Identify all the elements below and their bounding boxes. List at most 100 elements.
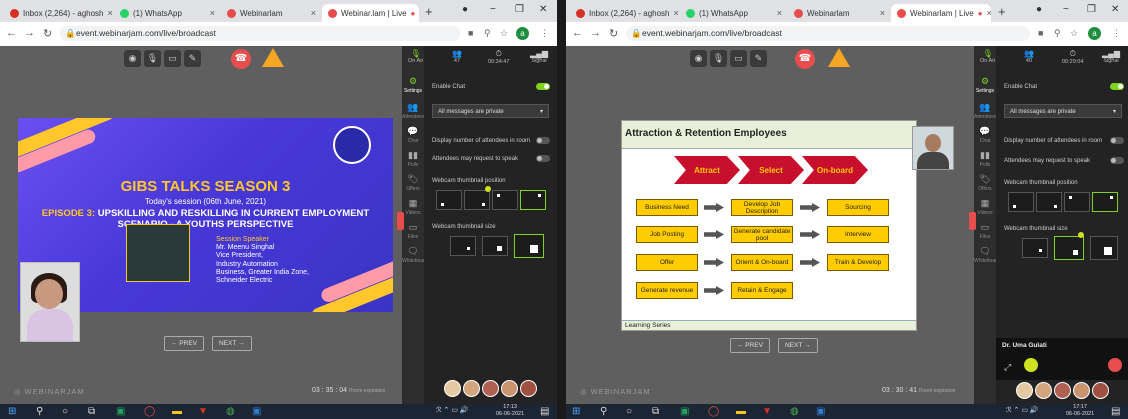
camera-icon[interactable]: ■ bbox=[468, 28, 473, 38]
avatar[interactable] bbox=[501, 380, 518, 397]
camera-icon[interactable]: ■ bbox=[1038, 28, 1043, 38]
size-option-small[interactable] bbox=[1022, 238, 1048, 258]
bookmark-star-icon[interactable]: ☆ bbox=[500, 28, 508, 39]
notifications-icon[interactable]: ▤ bbox=[540, 406, 549, 417]
request-speak-toggle[interactable] bbox=[536, 155, 550, 162]
system-tray-icons[interactable]: ℛ ⌃ ▭ 🔊 bbox=[1006, 406, 1039, 414]
speaker-active-icon[interactable] bbox=[1024, 358, 1038, 372]
close-icon[interactable]: × bbox=[880, 8, 885, 18]
notifications-icon[interactable]: ▤ bbox=[1111, 406, 1120, 417]
microphone-icon[interactable]: 🎙 bbox=[710, 50, 727, 67]
opera-icon[interactable]: ◯ bbox=[144, 406, 155, 417]
close-icon[interactable]: × bbox=[311, 8, 316, 18]
profile-avatar[interactable]: a bbox=[1088, 27, 1101, 40]
avatar[interactable] bbox=[444, 380, 461, 397]
close-icon[interactable]: × bbox=[210, 8, 215, 18]
next-slide-button[interactable]: NEXT → bbox=[212, 336, 252, 351]
file-explorer-icon[interactable]: ▬ bbox=[172, 406, 182, 417]
tab-inbox[interactable]: Inbox (2,264) - aghosh × bbox=[4, 4, 114, 22]
menu-icon[interactable]: ⋮ bbox=[540, 28, 549, 39]
opera-icon[interactable]: ◯ bbox=[708, 406, 719, 417]
close-icon[interactable]: × bbox=[987, 8, 991, 18]
rail-polls[interactable]: ▮▮ Polls bbox=[402, 150, 424, 168]
power-icon[interactable] bbox=[1108, 358, 1122, 372]
file-explorer-icon[interactable]: ▬ bbox=[736, 406, 746, 417]
task-view-icon[interactable]: ⧉ bbox=[652, 406, 659, 417]
search-icon[interactable]: ⚲ bbox=[36, 406, 43, 417]
avatar[interactable] bbox=[463, 380, 480, 397]
avatar[interactable] bbox=[1092, 382, 1109, 399]
expand-icon[interactable]: ⤢ bbox=[1004, 362, 1011, 373]
rail-offers[interactable]: 🏷 Offers bbox=[402, 174, 424, 192]
position-option-top-left[interactable] bbox=[492, 190, 518, 210]
reload-icon[interactable]: ↻ bbox=[43, 27, 52, 40]
forward-icon[interactable]: → bbox=[590, 27, 601, 39]
close-icon[interactable]: × bbox=[108, 8, 113, 18]
collapse-sidebar-handle[interactable] bbox=[397, 212, 404, 230]
rail-attendees[interactable]: 👥 Attendees bbox=[402, 102, 425, 120]
position-option-bottom-left[interactable] bbox=[436, 190, 462, 210]
size-option-small[interactable] bbox=[450, 236, 476, 256]
new-tab-button[interactable]: + bbox=[998, 4, 1006, 19]
size-option-large[interactable] bbox=[1090, 236, 1118, 260]
windows-start-icon[interactable]: ⊞ bbox=[572, 406, 580, 417]
rail-files[interactable]: ▭ Files bbox=[974, 222, 996, 240]
prev-slide-button[interactable]: ← PREV bbox=[730, 338, 771, 353]
windows-start-icon[interactable]: ⊞ bbox=[8, 406, 16, 417]
system-tray-icons[interactable]: ℛ ⌃ ▭ 🔊 bbox=[436, 406, 469, 414]
avatar[interactable] bbox=[1016, 382, 1033, 399]
app-icon[interactable]: ▼ bbox=[198, 406, 208, 417]
avatar[interactable] bbox=[1073, 382, 1090, 399]
chat-privacy-select[interactable]: All messages are private ▾ bbox=[432, 104, 549, 118]
position-option-top-right[interactable] bbox=[1092, 192, 1118, 212]
chrome-icon[interactable]: ◍ bbox=[226, 406, 235, 417]
next-slide-button[interactable]: NEXT → bbox=[778, 338, 818, 353]
zoom-icon[interactable]: ⚲ bbox=[1054, 28, 1061, 39]
menu-icon[interactable]: ⋮ bbox=[1112, 28, 1121, 39]
close-icon[interactable]: × bbox=[674, 8, 679, 18]
size-option-large[interactable] bbox=[514, 234, 544, 258]
maximize-button[interactable]: ❐ bbox=[515, 4, 524, 15]
bookmark-star-icon[interactable]: ☆ bbox=[1070, 28, 1078, 39]
account-icon[interactable]: ● bbox=[1036, 4, 1042, 15]
display-attendees-toggle[interactable] bbox=[1110, 137, 1124, 144]
avatar[interactable] bbox=[1035, 382, 1052, 399]
minimize-button[interactable]: − bbox=[490, 4, 496, 15]
presenter-webcam[interactable] bbox=[912, 126, 954, 170]
app-icon[interactable]: ▼ bbox=[762, 406, 772, 417]
position-option-bottom-right[interactable] bbox=[1036, 192, 1062, 212]
pen-icon[interactable]: ✎ bbox=[184, 50, 201, 67]
close-window-button[interactable]: ✕ bbox=[539, 4, 547, 15]
rail-whiteboard[interactable]: 🗨 Whiteboard bbox=[974, 246, 1000, 264]
microphone-icon[interactable]: 🎙 bbox=[144, 50, 161, 67]
rail-attendees[interactable]: 👥 Attendees bbox=[974, 102, 997, 120]
chrome-icon[interactable]: ◍ bbox=[790, 406, 799, 417]
rail-offers[interactable]: 🏷 Offers bbox=[974, 174, 996, 192]
position-option-bottom-left[interactable] bbox=[1008, 192, 1034, 212]
tab-webinarjam[interactable]: Webinarlam × bbox=[221, 4, 322, 22]
enable-chat-toggle[interactable] bbox=[536, 83, 550, 90]
collapse-sidebar-handle[interactable] bbox=[969, 212, 976, 230]
back-icon[interactable]: ← bbox=[6, 27, 17, 39]
position-option-bottom-right[interactable] bbox=[464, 190, 490, 210]
mic-icon[interactable]: ◉ bbox=[690, 50, 707, 67]
maximize-button[interactable]: ❐ bbox=[1087, 4, 1096, 15]
account-icon[interactable]: ● bbox=[462, 4, 468, 15]
word-icon[interactable]: ▣ bbox=[252, 406, 261, 417]
rail-files[interactable]: ▭ Files bbox=[402, 222, 424, 240]
word-icon[interactable]: ▣ bbox=[816, 406, 825, 417]
warning-icon[interactable] bbox=[262, 48, 284, 67]
rail-videos[interactable]: ▦ Videos bbox=[974, 198, 996, 216]
rail-chat[interactable]: 💬 Chat bbox=[974, 126, 996, 144]
pen-icon[interactable]: ✎ bbox=[750, 50, 767, 67]
rail-polls[interactable]: ▮▮ Polls bbox=[974, 150, 996, 168]
rail-chat[interactable]: 💬 Chat bbox=[402, 126, 424, 144]
tab-webinarjam-live[interactable]: Webinarlam | Live ● × bbox=[891, 4, 991, 22]
rail-settings[interactable]: ⚙ Settings bbox=[974, 76, 996, 94]
rail-videos[interactable]: ▦ Videos bbox=[402, 198, 424, 216]
avatar[interactable] bbox=[1054, 382, 1071, 399]
forward-icon[interactable]: → bbox=[24, 27, 35, 39]
excel-icon[interactable]: ▣ bbox=[116, 406, 125, 417]
tab-inbox[interactable]: Inbox (2,264) - aghosh × bbox=[570, 4, 680, 22]
size-option-medium[interactable] bbox=[482, 236, 508, 256]
